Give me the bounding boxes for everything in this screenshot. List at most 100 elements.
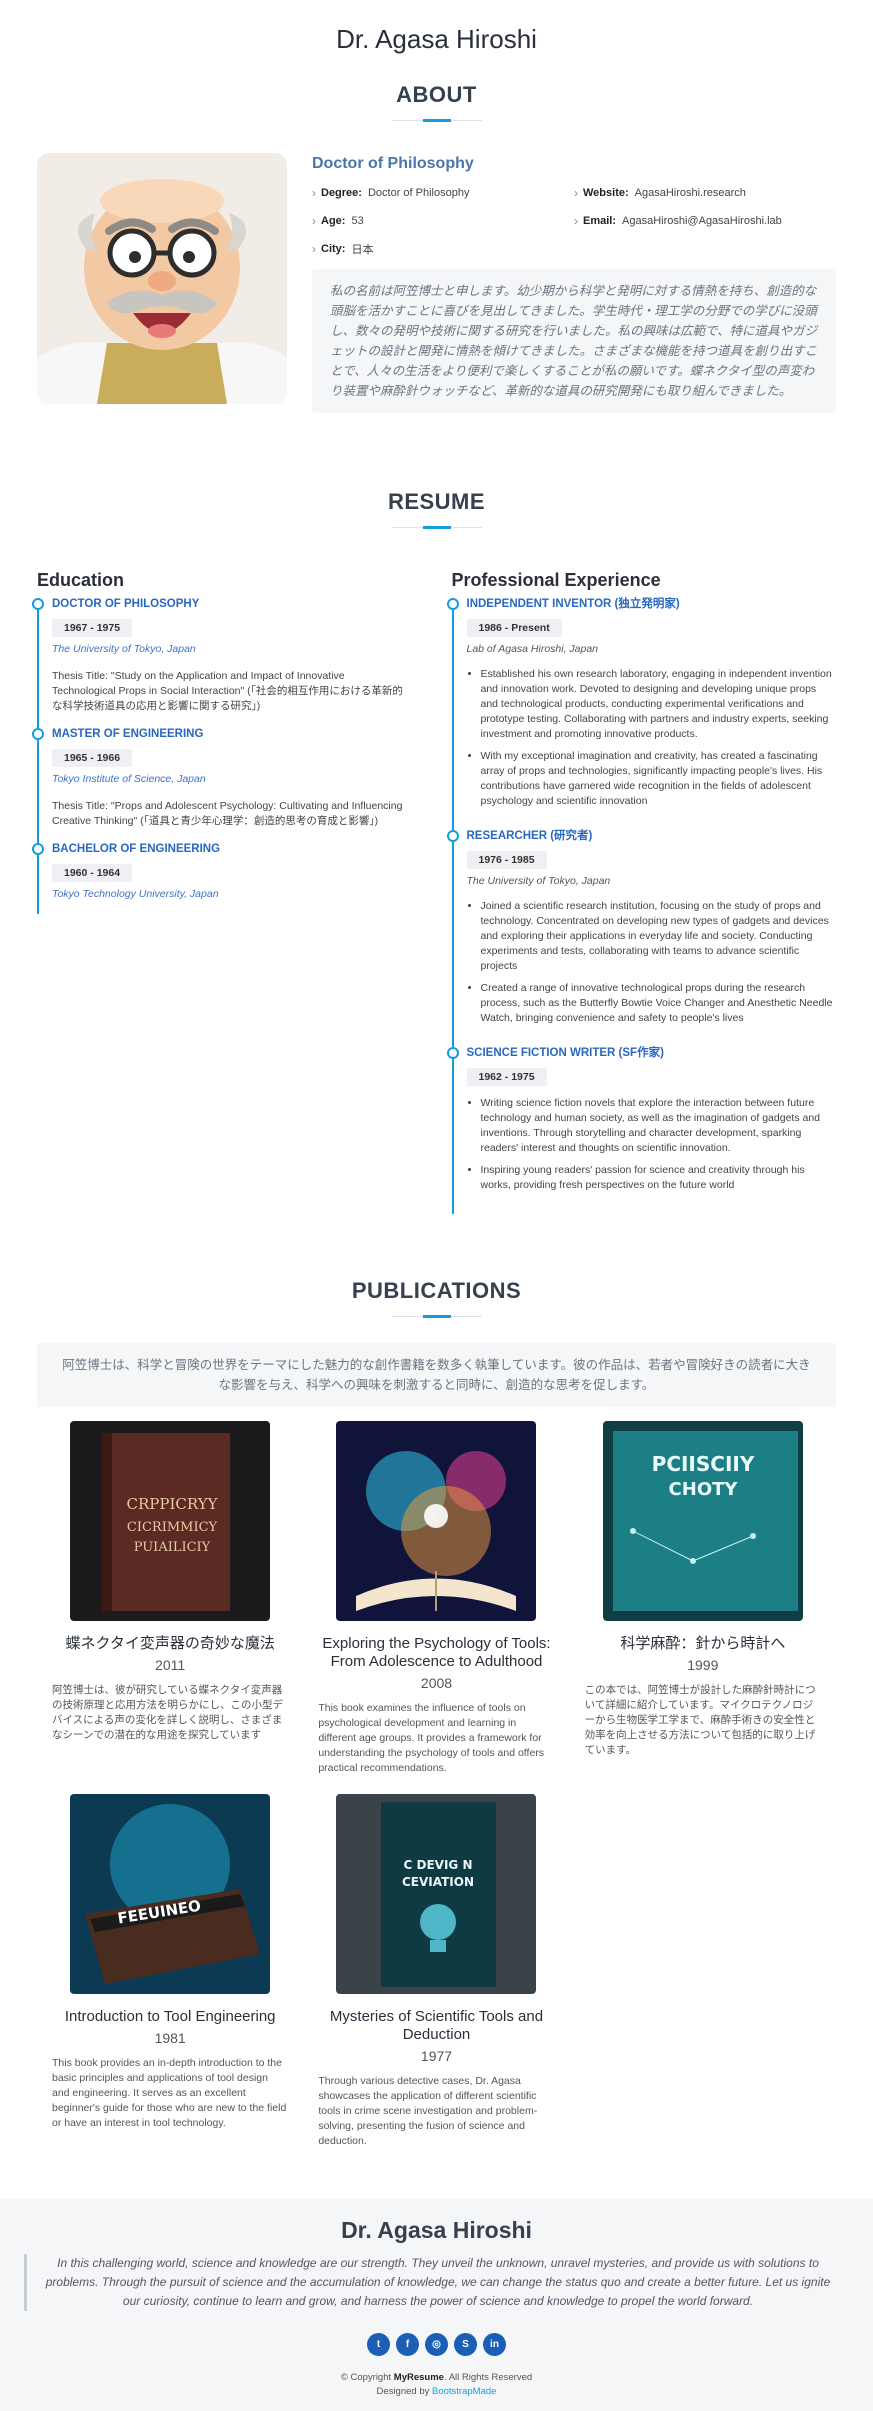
publication-year: 2011 [155, 1657, 186, 1673]
education-date: 1965 - 1966 [52, 749, 133, 767]
svg-text:CEVIATION: CEVIATION [402, 1875, 474, 1889]
svg-text:CHOTY: CHOTY [668, 1479, 738, 1500]
credits-label: Designed by [376, 2386, 430, 2397]
publication-title[interactable]: Introduction to Tool Engineering [52, 2008, 288, 2026]
education-thesis: Thesis Title: "Study on the Application … [52, 670, 403, 712]
heading-divider [391, 526, 482, 529]
designer-link[interactable]: BootstrapMade [432, 2386, 496, 2397]
svg-text:C DEVIG N: C DEVIG N [404, 1858, 473, 1872]
experience-item: SCIENCE FICTION WRITER (SF作家) 1962 - 197… [446, 1047, 837, 1214]
experience-bullet: Joined a scientific research institution… [481, 899, 837, 974]
publications-intro: 阿笠博士は、科学と冒険の世界をテーマにした魅力的な創作書籍を数多く執筆しています… [37, 1343, 836, 1407]
publication-title[interactable]: Mysteries of Scientific Tools and Deduct… [318, 2008, 554, 2044]
svg-text:CRPPICRYY: CRPPICRYY [127, 1495, 219, 1513]
fact-degree: › Degree: Doctor of Philosophy [312, 186, 470, 200]
publication-description: Through various detective cases, Dr. Aga… [318, 2075, 538, 2147]
footer-name: Dr. Agasa Hiroshi [341, 2217, 532, 2243]
education-degree: BACHELOR OF ENGINEERING [52, 843, 221, 855]
education-institution: Tokyo Technology University, Japan [52, 888, 219, 900]
heading-divider [391, 1315, 482, 1318]
facebook-icon[interactable]: f [396, 2333, 419, 2356]
experience-bullet: Established his own research laboratory,… [481, 667, 837, 742]
credits: Designed by BootstrapMade [24, 2386, 849, 2397]
social-links: t f ◎ S in [24, 2333, 849, 2356]
education-item: DOCTOR OF PHILOSOPHY 1967 - 1975 The Uni… [32, 598, 410, 728]
experience-bullet: Writing science fiction novels that expl… [481, 1096, 837, 1156]
chevron-right-icon: › [574, 214, 578, 228]
copyright-suffix: . All Rights Reserved [443, 2372, 533, 2383]
svg-text:PUIAILICIY: PUIAILICIY [134, 1540, 211, 1555]
education-item: MASTER OF ENGINEERING 1965 - 1966 Tokyo … [32, 728, 410, 843]
publication-title[interactable]: 科学麻酔：針から時計へ [585, 1635, 821, 1653]
experience-date: 1976 - 1985 [466, 851, 547, 869]
chevron-right-icon: › [574, 186, 578, 200]
publication-card: CRPPICRYY CICRIMMICY PUIAILICIY 蝶ネクタイ変声器… [37, 1421, 303, 1776]
education-institution: The University of Tokyo, Japan [52, 643, 196, 655]
education-institution: Tokyo Institute of Science, Japan [52, 773, 206, 785]
education-date: 1967 - 1975 [52, 619, 133, 637]
chevron-right-icon: › [312, 186, 316, 200]
book-cover-image[interactable]: C DEVIG N CEVIATION [336, 1794, 537, 1994]
fact-website: › Website: AgasaHiroshi.research [574, 186, 746, 200]
experience-bullet: Inspiring young readers' passion for sci… [481, 1163, 837, 1193]
experience-column: Professional Experience INDEPENDENT INVE… [437, 570, 837, 1214]
chevron-right-icon: › [312, 214, 316, 228]
footer-quote: In this challenging world, science and k… [24, 2254, 849, 2311]
about-section: ABOUT Doctor of Philosophy › Degree: Doc… [0, 82, 873, 413]
education-date: 1960 - 1964 [52, 864, 133, 882]
copyright-prefix: © Copyright [340, 2372, 392, 2383]
publication-year: 2008 [420, 1675, 453, 1691]
education-title: Education [37, 570, 125, 590]
publication-card: FEEUINEO Introduction to Tool Engineerin… [37, 1794, 303, 2149]
linkedin-icon[interactable]: in [483, 2333, 506, 2356]
experience-date: 1986 - Present [466, 619, 562, 637]
instagram-icon[interactable]: ◎ [425, 2333, 448, 2356]
experience-bullet: Created a range of innovative technologi… [481, 981, 837, 1026]
publication-description: This book examines the influence of tool… [318, 1702, 545, 1774]
experience-role: RESEARCHER (研究者) [466, 830, 593, 842]
svg-text:CICRIMMICY: CICRIMMICY [127, 1520, 218, 1535]
svg-text:PCIISCIIY: PCIISCIIY [651, 1452, 754, 1476]
copyright-brand: MyResume [393, 2372, 444, 2383]
skype-icon[interactable]: S [454, 2333, 477, 2356]
book-cover-image[interactable]: FEEUINEO [70, 1794, 271, 1994]
publication-card: PCIISCIIY CHOTY 科学麻酔：針から時計へ 1999 この本では、阿… [570, 1421, 836, 1776]
publication-description: This book provides an in-depth introduct… [52, 2057, 287, 2129]
publications-heading: PUBLICATIONS [351, 1278, 522, 1303]
experience-place: The University of Tokyo, Japan [466, 875, 611, 887]
publication-title[interactable]: Exploring the Psychology of Tools: From … [318, 1635, 554, 1671]
fact-city: › City: 日本 [312, 242, 374, 256]
copyright: © Copyright MyResume. All Rights Reserve… [24, 2372, 849, 2383]
profile-portrait [37, 153, 287, 404]
experience-place: Lab of Agasa Hiroshi, Japan [466, 643, 599, 655]
publication-year: 1981 [154, 2030, 186, 2046]
publication-description: 阿笠博士は、彼が研究している蝶ネクタイ変声器の技術原理と応用方法を明らかにし、こ… [52, 1684, 283, 1741]
book-cover-image[interactable]: CRPPICRYY CICRIMMICY PUIAILICIY [70, 1421, 271, 1621]
publication-title[interactable]: 蝶ネクタイ変声器の奇妙な魔法 [52, 1635, 288, 1653]
education-thesis: Thesis Title: "Props and Adolescent Psyc… [52, 800, 403, 827]
publication-year: 1999 [687, 1657, 719, 1673]
education-degree: MASTER OF ENGINEERING [52, 728, 204, 740]
publication-card: Exploring the Psychology of Tools: From … [303, 1421, 569, 1776]
site-title: Dr. Agasa Hiroshi [336, 24, 537, 54]
heading-divider [391, 119, 482, 122]
publication-year: 1977 [420, 2048, 453, 2064]
about-bio: 私の名前は阿笠博士と申します。幼少期から科学と発明に対する情熱を持ち、創造的な頭… [312, 269, 836, 413]
experience-title: Professional Experience [451, 570, 661, 590]
experience-role: INDEPENDENT INVENTOR (独立発明家) [466, 598, 680, 610]
experience-date: 1962 - 1975 [466, 1068, 547, 1086]
twitter-icon[interactable]: t [367, 2333, 390, 2356]
resume-section: RESUME Education DOCTOR OF PHILOSOPHY 19… [0, 489, 873, 1214]
about-heading: ABOUT [396, 82, 477, 107]
fact-age: › Age: 53 [312, 214, 364, 228]
chevron-right-icon: › [312, 242, 316, 256]
experience-bullet: With my exceptional imagination and crea… [481, 749, 837, 809]
footer: Dr. Agasa Hiroshi In this challenging wo… [0, 2199, 873, 2411]
publications-section: PUBLICATIONS 阿笠博士は、科学と冒険の世界をテーマにした魅力的な創作… [0, 1278, 873, 2167]
about-role-title: Doctor of Philosophy [312, 155, 474, 172]
publication-description: この本では、阿笠博士が設計した麻酔針時計について詳細に紹介しています。マイクロテ… [584, 1684, 816, 1756]
fact-email: › Email: AgasaHiroshi@AgasaHiroshi.lab [574, 214, 782, 228]
book-cover-image[interactable] [336, 1421, 537, 1621]
book-cover-image[interactable]: PCIISCIIY CHOTY [602, 1421, 803, 1621]
experience-item: INDEPENDENT INVENTOR (独立発明家) 1986 - Pres… [446, 598, 837, 830]
